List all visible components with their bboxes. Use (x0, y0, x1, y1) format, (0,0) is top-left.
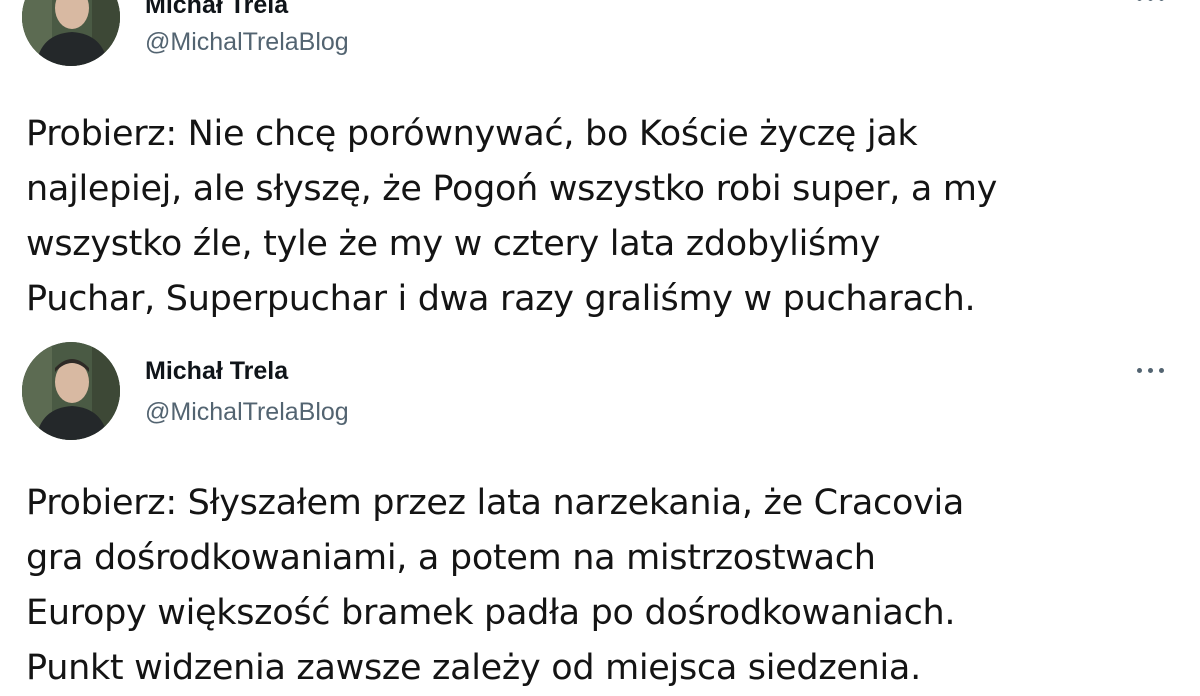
tweet-text: Probierz: Słyszałem przez lata narzekani… (26, 476, 1186, 696)
more-dot-icon (1136, 0, 1142, 1)
more-horizontal-icon (1158, 367, 1164, 373)
tweet-text-line: najlepiej, ale słyszę, że Pogoń wszystko… (26, 169, 998, 209)
author-name[interactable]: Michał Trela (145, 0, 288, 20)
tweet-text-line: Probierz: Nie chcę porównywać, bo Koście… (26, 114, 918, 154)
more-options-button[interactable] (1128, 0, 1172, 10)
tweet-text-line: wszystko źle, tyle że my w cztery lata z… (26, 224, 881, 264)
more-horizontal-icon (1147, 367, 1153, 373)
avatar[interactable] (22, 0, 120, 66)
more-dot-icon (1147, 0, 1153, 1)
author-handle[interactable]: @MichalTrelaBlog (145, 27, 349, 57)
tweet-text-line: Europy większość bramek padła po dośrodk… (26, 593, 956, 633)
tweet-text-line: Puchar, Superpuchar i dwa razy graliśmy … (26, 279, 976, 319)
more-options-button[interactable] (1128, 358, 1172, 382)
tweet-text: Probierz: Nie chcę porównywać, bo Koście… (26, 107, 1186, 327)
avatar[interactable] (22, 342, 120, 440)
author-handle[interactable]: @MichalTrelaBlog (145, 397, 349, 427)
author-name[interactable]: Michał Trela (145, 356, 288, 386)
tweet-text-line: Probierz: Słyszałem przez lata narzekani… (26, 483, 965, 523)
avatar-photo (22, 0, 120, 66)
more-horizontal-icon (1136, 367, 1142, 373)
tweet-text-line: gra dośrodkowaniami, a potem na mistrzos… (26, 538, 876, 578)
tweet-text-line: Punkt widzenia zawsze zależy od miejsca … (26, 648, 921, 688)
avatar-photo (22, 342, 120, 440)
more-dot-icon (1158, 0, 1164, 1)
